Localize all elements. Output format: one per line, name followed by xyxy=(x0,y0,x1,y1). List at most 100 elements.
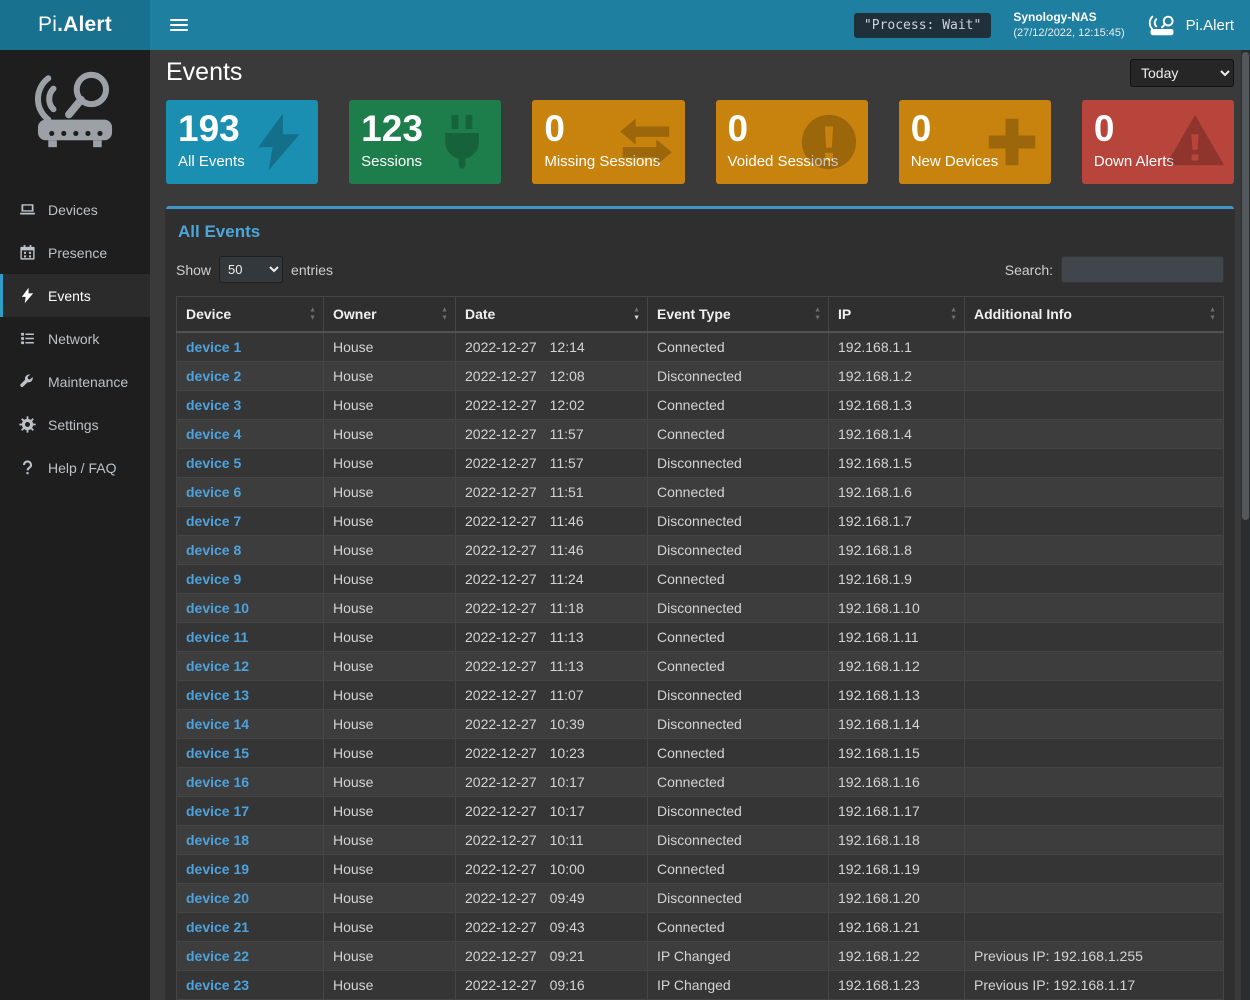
ip-cell: 192.168.1.5 xyxy=(829,449,965,478)
column-label: Owner xyxy=(333,306,377,322)
device-link[interactable]: device 8 xyxy=(186,542,241,558)
column-label: Additional Info xyxy=(974,306,1072,322)
sidebar-item-network[interactable]: Network xyxy=(0,317,150,360)
owner-cell: House xyxy=(324,594,456,623)
period-select[interactable]: Today xyxy=(1130,59,1234,87)
owner-cell: House xyxy=(324,739,456,768)
date-cell: 2022-12-2710:39 xyxy=(456,710,648,739)
vertical-scrollbar[interactable] xyxy=(1241,50,1250,1000)
column-header-ip[interactable]: IP▲▼ xyxy=(829,297,965,333)
owner-cell: House xyxy=(324,623,456,652)
device-link[interactable]: device 2 xyxy=(186,368,241,384)
sort-icon: ▲▼ xyxy=(441,307,448,322)
date-cell: 2022-12-2711:57 xyxy=(456,449,648,478)
sort-icon: ▲▼ xyxy=(1209,307,1216,322)
additional-info-cell xyxy=(965,449,1224,478)
device-link[interactable]: device 20 xyxy=(186,890,249,906)
device-link[interactable]: device 21 xyxy=(186,919,249,935)
owner-cell: House xyxy=(324,884,456,913)
table-row: device 2House2022-12-2712:08Disconnected… xyxy=(177,362,1224,391)
sidebar-item-events[interactable]: Events xyxy=(0,274,150,317)
sidebar-toggle-button[interactable] xyxy=(166,13,192,37)
device-link[interactable]: device 7 xyxy=(186,513,241,529)
table-row: device 3House2022-12-2712:02Connected192… xyxy=(177,391,1224,420)
event-type-cell: Disconnected xyxy=(648,449,829,478)
event-type-cell: Connected xyxy=(648,652,829,681)
device-timestamp: (27/12/2022, 12:15:45) xyxy=(1013,26,1124,40)
topbar-brand[interactable]: Pi.Alert xyxy=(1147,14,1234,37)
ip-cell: 192.168.1.7 xyxy=(829,507,965,536)
device-link[interactable]: device 1 xyxy=(186,339,241,355)
device-link[interactable]: device 14 xyxy=(186,716,249,732)
owner-cell: House xyxy=(324,507,456,536)
list-icon xyxy=(19,330,36,347)
device-link[interactable]: device 22 xyxy=(186,948,249,964)
column-header-device[interactable]: Device▲▼ xyxy=(177,297,324,333)
sidebar-item-presence[interactable]: Presence xyxy=(0,231,150,274)
device-cell: device 4 xyxy=(177,420,324,449)
additional-info-cell xyxy=(965,797,1224,826)
brand-text-light: Pi xyxy=(38,13,57,37)
event-type-cell: Disconnected xyxy=(648,884,829,913)
additional-info-cell xyxy=(965,507,1224,536)
sidebar-item-devices[interactable]: Devices xyxy=(0,188,150,231)
column-label: Event Type xyxy=(657,306,731,322)
column-header-owner[interactable]: Owner ▲▼ xyxy=(324,297,456,333)
device-link[interactable]: device 16 xyxy=(186,774,249,790)
column-header-additional-info[interactable]: Additional Info ▲▼ xyxy=(965,297,1224,333)
table-row: device 5House2022-12-2711:57Disconnected… xyxy=(177,449,1224,478)
column-header-event-type[interactable]: Event Type▲▼ xyxy=(648,297,829,333)
additional-info-cell xyxy=(965,681,1224,710)
sidebar-item-help-faq[interactable]: Help / FAQ xyxy=(0,446,150,489)
events-table: Device▲▼Owner▲▼Date▲▼Event Type▲▼IP▲▼Add… xyxy=(176,296,1224,1000)
table-controls: Show 50 entries Search: xyxy=(176,256,1224,283)
app-logo[interactable]: Pi.Alert xyxy=(0,0,150,50)
ip-cell: 192.168.1.20 xyxy=(829,884,965,913)
device-link[interactable]: device 9 xyxy=(186,571,241,587)
device-cell: device 17 xyxy=(177,797,324,826)
owner-cell: House xyxy=(324,826,456,855)
column-header-date[interactable]: Date▲▼ xyxy=(456,297,648,333)
table-row: device 8House2022-12-2711:46Disconnected… xyxy=(177,536,1224,565)
ip-cell: 192.168.1.21 xyxy=(829,913,965,942)
device-link[interactable]: device 23 xyxy=(186,977,249,993)
device-link[interactable]: device 5 xyxy=(186,455,241,471)
device-link[interactable]: device 18 xyxy=(186,832,249,848)
event-type-cell: Connected xyxy=(648,913,829,942)
sidebar-item-settings[interactable]: Settings xyxy=(0,403,150,446)
device-link[interactable]: device 11 xyxy=(186,629,248,645)
event-type-cell: Disconnected xyxy=(648,362,829,391)
table-row: device 18House2022-12-2710:11Disconnecte… xyxy=(177,826,1224,855)
device-link[interactable]: device 19 xyxy=(186,861,249,877)
device-link[interactable]: device 17 xyxy=(186,803,249,819)
owner-cell: House xyxy=(324,797,456,826)
additional-info-cell xyxy=(965,536,1224,565)
sidebar-item-maintenance[interactable]: Maintenance xyxy=(0,360,150,403)
sidebar-menu: DevicesPresenceEventsNetworkMaintenanceS… xyxy=(0,188,150,489)
device-link[interactable]: device 3 xyxy=(186,397,241,413)
warning-icon xyxy=(1164,111,1226,173)
table-row: device 17House2022-12-2710:17Disconnecte… xyxy=(177,797,1224,826)
scrollbar-thumb[interactable] xyxy=(1242,52,1249,520)
table-row: device 4House2022-12-2711:57Connected192… xyxy=(177,420,1224,449)
plus-icon xyxy=(981,111,1043,173)
device-cell: device 3 xyxy=(177,391,324,420)
owner-cell: House xyxy=(324,971,456,1000)
column-label: Device xyxy=(186,306,231,322)
entries-select[interactable]: 50 xyxy=(219,256,283,283)
ip-cell: 192.168.1.17 xyxy=(829,797,965,826)
table-row: device 13House2022-12-2711:07Disconnecte… xyxy=(177,681,1224,710)
device-link[interactable]: device 10 xyxy=(186,600,249,616)
search-input[interactable] xyxy=(1061,256,1224,283)
owner-cell: House xyxy=(324,913,456,942)
event-type-cell: Connected xyxy=(648,420,829,449)
device-link[interactable]: device 15 xyxy=(186,745,249,761)
device-link[interactable]: device 12 xyxy=(186,658,249,674)
ip-cell: 192.168.1.9 xyxy=(829,565,965,594)
laptop-icon xyxy=(19,201,36,218)
device-link[interactable]: device 4 xyxy=(186,426,241,442)
plug-icon xyxy=(431,111,493,173)
device-link[interactable]: device 6 xyxy=(186,484,241,500)
event-type-cell: Connected xyxy=(648,391,829,420)
device-link[interactable]: device 13 xyxy=(186,687,249,703)
